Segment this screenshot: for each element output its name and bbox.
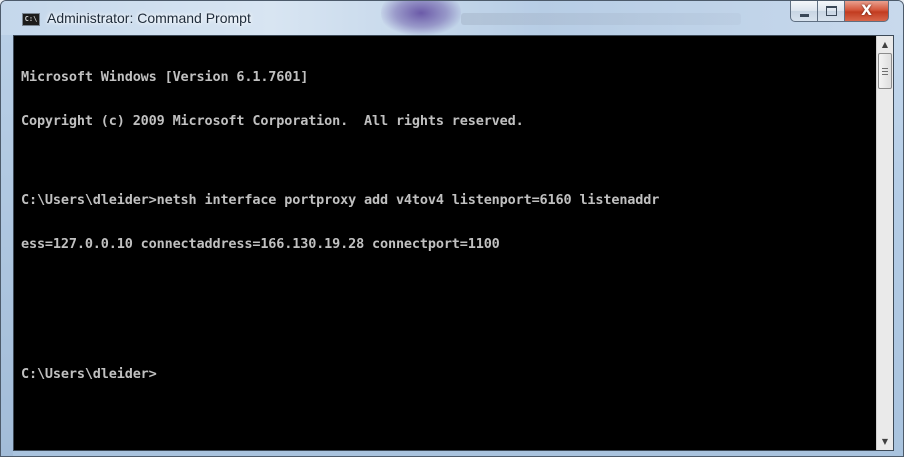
minimize-icon (799, 13, 809, 17)
grip-line (882, 71, 888, 72)
aero-glass-glow (381, 1, 461, 35)
scroll-up-button[interactable]: ▲ (877, 36, 893, 53)
console-output[interactable]: Microsoft Windows [Version 6.1.7601] Cop… (14, 36, 876, 450)
console-line: ess=127.0.0.10 connectaddress=166.130.19… (21, 235, 500, 252)
maximize-button[interactable] (817, 1, 844, 22)
console-line: Microsoft Windows [Version 6.1.7601] (21, 69, 309, 85)
close-icon: X (861, 3, 872, 19)
console-prompt-line: C:\Users\dleider> (21, 366, 157, 382)
window-title: Administrator: Command Prompt (47, 10, 251, 26)
console-line: Copyright (c) 2009 Microsoft Corporation… (21, 112, 524, 129)
command-prompt-window: C:\ Administrator: Command Prompt X Micr… (0, 0, 904, 457)
blurred-background-text (461, 13, 741, 25)
console-area: Microsoft Windows [Version 6.1.7601] Cop… (13, 35, 894, 451)
grip-line (882, 68, 888, 69)
minimize-button[interactable] (790, 1, 817, 22)
scroll-down-button[interactable]: ▼ (877, 433, 893, 450)
window-controls: X (790, 1, 889, 22)
window-left-border (1, 35, 13, 456)
close-button[interactable]: X (844, 1, 889, 22)
arrow-up-icon: ▲ (881, 40, 889, 49)
title-bar[interactable]: C:\ Administrator: Command Prompt X (1, 1, 903, 35)
grip-line (882, 74, 888, 75)
cmd-app-icon[interactable]: C:\ (22, 13, 40, 26)
vertical-scrollbar[interactable]: ▲ ▼ (876, 36, 893, 450)
scrollbar-thumb[interactable] (878, 53, 892, 89)
arrow-down-icon: ▼ (881, 437, 889, 446)
maximize-icon (825, 6, 837, 16)
console-line: C:\Users\dleider>netsh interface portpro… (21, 192, 660, 208)
